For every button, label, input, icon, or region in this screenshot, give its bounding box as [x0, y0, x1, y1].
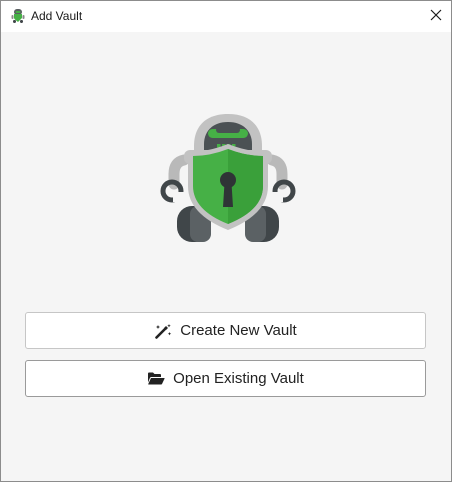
create-new-vault-button[interactable]: Create New Vault	[25, 312, 426, 349]
folder-open-icon	[147, 371, 165, 387]
open-existing-vault-label: Open Existing Vault	[173, 370, 304, 387]
add-vault-window: Add Vault Create New Vault Open Existing…	[0, 0, 452, 482]
magic-wand-icon	[154, 323, 172, 339]
cryptomator-robot-icon	[10, 8, 26, 24]
cryptomator-robot-logo	[150, 112, 306, 244]
close-button[interactable]	[421, 1, 451, 32]
title-bar: Add Vault	[1, 1, 451, 32]
create-new-vault-label: Create New Vault	[180, 322, 297, 339]
close-icon	[430, 8, 442, 26]
open-existing-vault-button[interactable]: Open Existing Vault	[25, 360, 426, 397]
window-title: Add Vault	[31, 9, 83, 23]
